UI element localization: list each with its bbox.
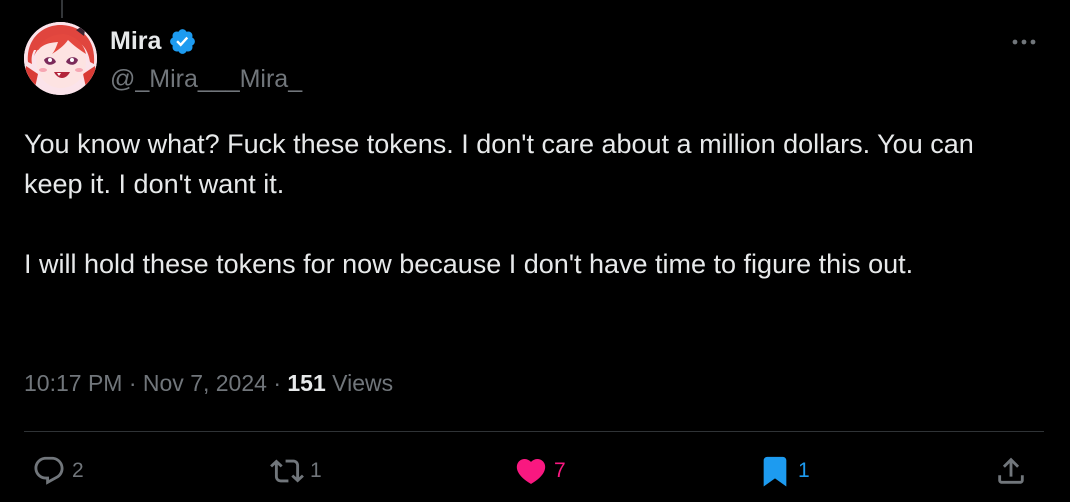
- reply-icon: [34, 456, 64, 485]
- repost-count: 1: [310, 459, 322, 482]
- tweet-meta: 10:17 PM · Nov 7, 2024 · 151 Views: [24, 368, 393, 398]
- tweet-paragraph-1: You know what? Fuck these tokens. I don'…: [24, 129, 974, 199]
- bookmark-icon: [763, 456, 787, 487]
- bookmark-button[interactable]: 1: [758, 453, 810, 489]
- tweet-date[interactable]: Nov 7, 2024: [143, 370, 267, 396]
- views-count[interactable]: 151: [287, 370, 325, 396]
- meta-separator: ·: [122, 370, 143, 396]
- bookmark-count: 1: [798, 459, 810, 482]
- like-button[interactable]: 7: [514, 453, 566, 489]
- avatar-image: [24, 22, 97, 95]
- more-horizontal-icon: [1012, 39, 1036, 45]
- share-button[interactable]: [994, 453, 1028, 489]
- thread-connector-line: [61, 0, 63, 18]
- repost-icon: [270, 459, 304, 483]
- tweet-paragraph-2: I will hold these tokens for now because…: [24, 249, 914, 279]
- tweet-time[interactable]: 10:17 PM: [24, 370, 122, 396]
- more-options-button[interactable]: [1004, 28, 1044, 56]
- avatar[interactable]: [24, 22, 97, 95]
- repost-button[interactable]: 1: [270, 453, 322, 489]
- divider: [24, 431, 1044, 432]
- author-name-row[interactable]: Mira: [110, 26, 197, 56]
- meta-separator: ·: [266, 370, 288, 396]
- verified-badge-icon[interactable]: [168, 27, 197, 56]
- heart-icon: [516, 458, 546, 484]
- share-icon: [998, 457, 1024, 484]
- author-handle[interactable]: @_Mira___Mira_: [110, 64, 302, 94]
- reply-button[interactable]: 2: [32, 453, 84, 489]
- views-label[interactable]: Views: [326, 370, 393, 396]
- like-count: 7: [554, 459, 566, 482]
- reply-count: 2: [72, 459, 84, 482]
- author-display-name[interactable]: Mira: [110, 26, 161, 56]
- tweet-body: You know what? Fuck these tokens. I don'…: [24, 124, 1034, 284]
